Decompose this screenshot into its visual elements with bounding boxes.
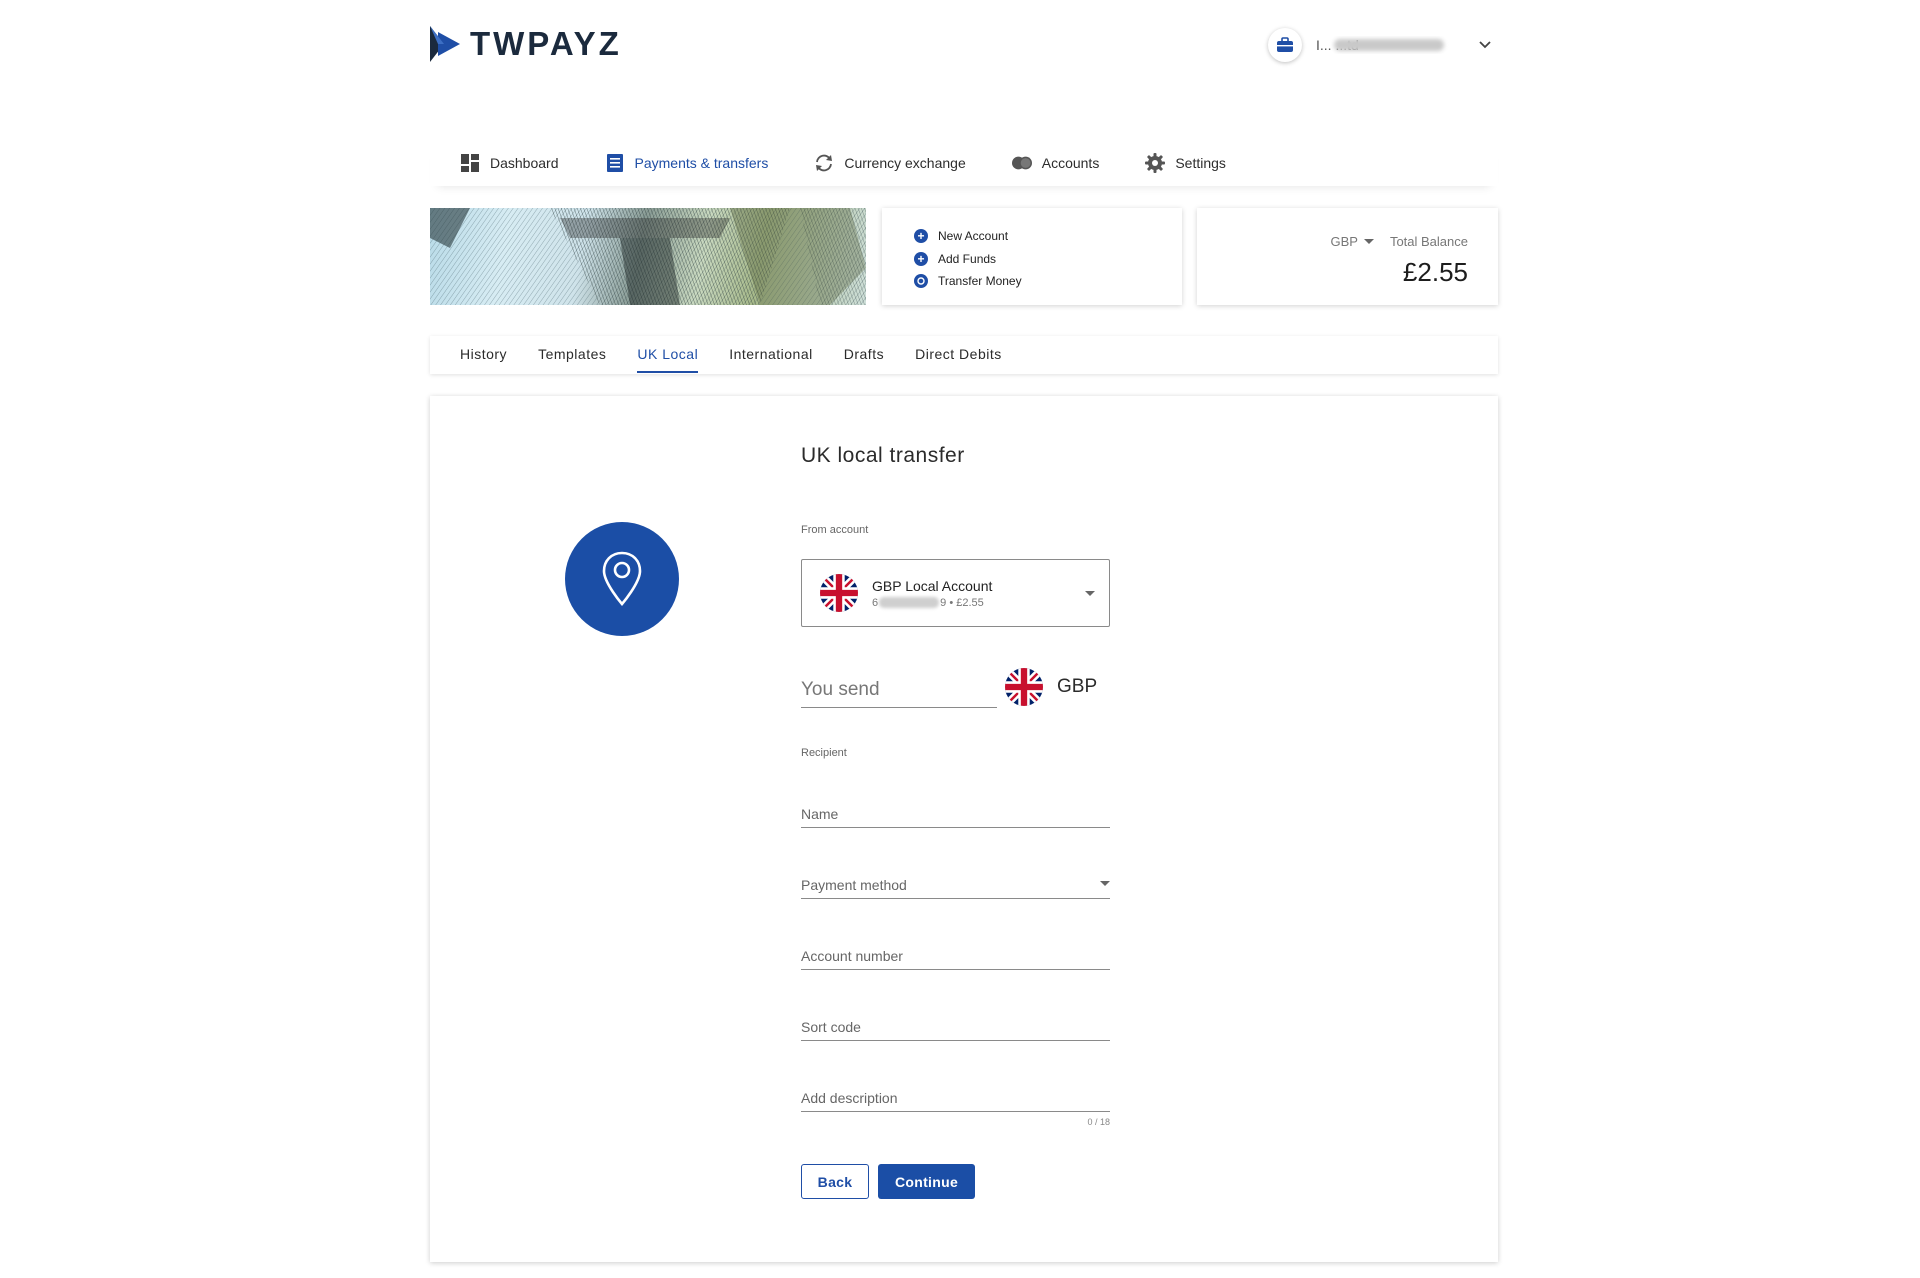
uk-flag-icon <box>820 574 858 612</box>
recipient-name-input[interactable] <box>801 806 1110 822</box>
payments-tabs: History Templates UK Local International… <box>430 336 1498 374</box>
description-counter: 0 / 18 <box>1087 1117 1110 1127</box>
caret-down-icon <box>1100 881 1110 886</box>
plus-circle-icon: + <box>914 251 928 266</box>
tab-drafts[interactable]: Drafts <box>844 336 884 374</box>
tab-international[interactable]: International <box>729 336 813 374</box>
add-funds-action[interactable]: + Add Funds <box>914 248 1182 271</box>
chevron-down-icon[interactable] <box>1478 38 1492 52</box>
list-icon <box>605 153 625 173</box>
balance-amount: £2.55 <box>1402 257 1468 287</box>
recipient-name-field[interactable] <box>801 796 1110 828</box>
balance-currency: GBP <box>1330 234 1358 249</box>
plus-circle-icon: + <box>914 229 928 244</box>
transfer-money-action[interactable]: Transfer Money <box>914 270 1182 293</box>
new-account-label: New Account <box>938 229 1009 244</box>
logo-text: TWPAYZ <box>470 25 622 62</box>
user-menu[interactable]: I... ...td <box>1268 28 1492 62</box>
account-number-end: 9 <box>940 596 947 609</box>
nav-payments-transfers[interactable]: Payments & transfers <box>605 140 769 186</box>
from-account-label: From account <box>801 524 869 536</box>
nav-payments-label: Payments & transfers <box>634 155 769 171</box>
nav-accounts[interactable]: Accounts <box>1011 140 1100 186</box>
logo[interactable]: TWPAYZ <box>430 26 622 62</box>
account-name: GBP Local Account <box>872 577 993 594</box>
sort-code-input[interactable] <box>801 1019 1110 1035</box>
balance-label: Total Balance <box>1389 234 1468 249</box>
nav-currency-label: Currency exchange <box>844 155 966 171</box>
description-input[interactable] <box>801 1090 1110 1106</box>
nav-settings[interactable]: Settings <box>1145 140 1226 186</box>
tab-direct-debits[interactable]: Direct Debits <box>915 336 1002 374</box>
payment-method-select[interactable] <box>801 867 1110 899</box>
transfer-money-label: Transfer Money <box>938 274 1022 289</box>
account-number-field[interactable] <box>801 938 1110 970</box>
nav-currency-exchange[interactable]: Currency exchange <box>814 140 966 186</box>
main-nav: Dashboard Payments & transfers Currency … <box>430 140 1498 186</box>
tab-templates[interactable]: Templates <box>538 336 606 374</box>
banknote-banner-image <box>430 208 866 305</box>
sort-code-field[interactable] <box>801 1009 1110 1041</box>
nav-dashboard-label: Dashboard <box>490 155 559 171</box>
accounts-icon <box>1011 153 1032 173</box>
dashboard-icon <box>460 153 480 173</box>
nav-accounts-label: Accounts <box>1041 155 1100 171</box>
continue-button[interactable]: Continue <box>878 1164 975 1199</box>
logo-mark-icon <box>430 26 460 62</box>
uk-flag-icon <box>1005 668 1043 706</box>
account-number-input[interactable] <box>801 948 1110 964</box>
caret-down-icon <box>1085 591 1095 596</box>
exchange-icon <box>814 153 834 173</box>
account-balance: • £2.55 <box>949 596 984 609</box>
account-number-start: 6 <box>872 596 879 609</box>
page-title: UK local transfer <box>801 444 965 467</box>
nav-settings-label: Settings <box>1175 155 1226 171</box>
send-currency: GBP <box>1005 668 1097 706</box>
location-pin-illustration <box>565 522 679 636</box>
briefcase-icon <box>1268 28 1302 62</box>
payment-method-input[interactable] <box>801 877 1110 893</box>
send-currency-code: GBP <box>1057 676 1098 697</box>
send-amount-row: GBP <box>801 664 1110 716</box>
account-details: 6 9 • £2.55 <box>872 597 992 609</box>
caret-down-icon <box>1363 239 1374 244</box>
nav-dashboard[interactable]: Dashboard <box>460 140 559 186</box>
user-name: I... ...td <box>1316 36 1468 54</box>
new-account-action[interactable]: + New Account <box>914 225 1182 248</box>
transfer-circle-icon <box>914 274 928 289</box>
recipient-label: Recipient <box>801 747 847 759</box>
transfer-panel: UK local transfer From account GBP Local… <box>430 396 1498 1262</box>
gear-icon <box>1145 153 1166 173</box>
tab-history[interactable]: History <box>460 336 507 374</box>
from-account-select[interactable]: GBP Local Account 6 9 • £2.55 <box>801 559 1110 627</box>
add-funds-label: Add Funds <box>938 251 997 266</box>
balance-currency-select[interactable]: GBP <box>1330 234 1374 249</box>
description-field[interactable] <box>801 1080 1110 1112</box>
balance-card: GBP Total Balance £2.55 <box>1197 208 1498 305</box>
you-send-input[interactable] <box>801 664 997 708</box>
tab-uk-local[interactable]: UK Local <box>637 336 699 374</box>
back-button[interactable]: Back <box>801 1164 869 1199</box>
account-number-mask <box>879 597 940 609</box>
quick-actions-card: + New Account + Add Funds Transfer Money <box>882 208 1182 305</box>
location-pin-icon <box>602 551 642 606</box>
